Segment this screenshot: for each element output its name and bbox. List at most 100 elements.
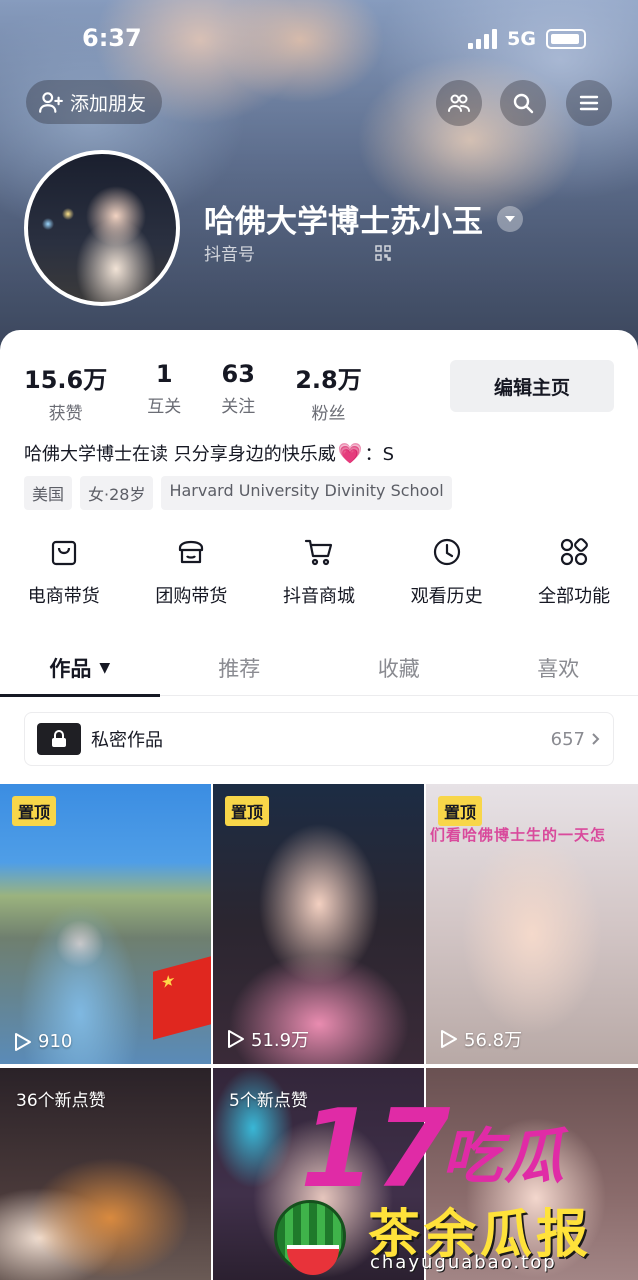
chevron-right-icon [592,733,600,745]
feature-label: 观看历史 [410,586,483,607]
tab-label: 作品 [49,656,92,681]
stat-label: 关注 [221,397,256,417]
network-type: 5G [507,28,536,50]
new-likes-label: 5个新点赞 [229,1091,308,1111]
view-count: 51.9万 [227,1026,309,1052]
douyin-id-label: 抖音号 [204,245,255,265]
status-bar: 6:37 5G [0,20,638,60]
battery-icon [546,29,586,49]
tag-location[interactable]: 美国 [24,476,73,510]
tab-label: 推荐 [218,656,261,681]
stat-value: 2.8万 [295,366,362,394]
feature-label: 抖音商城 [282,586,355,607]
douyin-id[interactable]: 抖音号 [204,240,391,265]
content-tabs: 作品 ▼ 推荐 收藏 喜欢 [0,640,638,697]
status-indicators: 5G [468,28,586,50]
play-icon [228,1030,244,1048]
feature-group-buy[interactable]: 团购带货 [128,536,256,608]
new-likes-label: 36个新点赞 [16,1091,106,1111]
add-friend-label: 添加朋友 [70,92,147,115]
tab-likes[interactable]: 喜欢 [479,640,638,695]
menu-icon [579,95,599,111]
stat-value: 1 [155,360,173,388]
stat-following[interactable]: 63 关注 [221,360,255,424]
status-time: 6:37 [82,24,142,52]
profile-nickname: 哈佛大学博士苏小玉 [204,196,523,241]
stat-value: 63 [221,360,255,388]
tab-favorites[interactable]: 收藏 [319,640,479,695]
stat-label: 互关 [147,397,182,417]
pinned-badge: 置顶 [225,796,270,826]
signal-icon [468,29,498,49]
bio[interactable]: 哈佛大学博士在读 只分享身边的快乐威 💗 ：S [24,440,394,466]
pinned-badge: 置顶 [12,796,57,826]
clock-icon [433,538,460,566]
feature-all[interactable]: 全部功能 [510,536,638,608]
play-icon [15,1032,31,1051]
bio-text: 哈佛大学博士在读 只分享身边的快乐威 [24,444,336,465]
shopping-bag-icon [51,540,76,566]
private-works-label: 私密作品 [91,730,163,751]
stat-likes[interactable]: 15.6万 获赞 [24,360,107,424]
cart-icon [304,539,333,566]
video-thumbnail[interactable]: 置顶 910 [0,784,211,1064]
pinned-badge: 置顶 [438,796,483,826]
private-count-value: 657 [550,728,585,750]
chevron-down-icon[interactable] [497,205,523,232]
lock-icon [37,723,81,755]
profile-tags: 美国 女·28岁 Harvard University Divinity Sch… [24,476,452,510]
feature-label: 团购带货 [155,586,228,607]
qr-code-icon[interactable] [375,244,391,261]
edit-profile-button[interactable]: 编辑主页 [450,360,614,412]
heart-icon: 💗 [337,441,363,465]
view-count-value: 51.9万 [251,1030,310,1051]
video-grid: 置顶 910 置顶 51.9万 置顶 们看哈佛博士生的一天怎 56.8万 36个… [0,784,638,1280]
view-count-value: 56.8万 [464,1030,523,1051]
stat-label: 粉丝 [311,404,346,424]
feature-ecommerce[interactable]: 电商带货 [0,536,128,608]
profile-stats: 15.6万 获赞 1 互关 63 关注 2.8万 粉丝 [24,360,402,424]
feature-label: 全部功能 [538,586,611,607]
tab-recommend[interactable]: 推荐 [160,640,320,695]
tag-gender-age: 女·28岁 [80,476,154,510]
feature-shortcuts: 电商带货 团购带货 抖音商城 观看历史 全部功能 [0,536,638,608]
video-thumbnail[interactable]: 36个新点赞 [0,1068,211,1280]
search-icon [513,93,534,114]
view-count: 910 [14,1031,72,1052]
video-thumbnail[interactable]: 5个新点赞 [213,1068,424,1280]
view-count-value: 910 [38,1031,73,1052]
stat-label: 获赞 [48,404,83,424]
feature-label: 电商带货 [27,586,100,607]
feature-mall[interactable]: 抖音商城 [255,536,383,608]
header-actions: 添加朋友 [0,80,638,126]
feature-history[interactable]: 观看历史 [383,536,511,608]
nickname-text: 哈佛大学博士苏小玉 [204,204,483,240]
private-works-count: 657 [551,729,601,750]
group-buy-icon [179,540,204,564]
tag-school[interactable]: Harvard University Divinity School [161,476,452,510]
stat-value: 15.6万 [24,366,108,394]
video-thumbnail[interactable]: 置顶 51.9万 [213,784,424,1064]
private-works-row[interactable]: 私密作品 657 [24,712,614,766]
tab-label: 收藏 [377,656,420,681]
menu-button[interactable] [566,80,612,126]
bio-suffix: ：S [364,444,395,465]
add-friend-button[interactable]: 添加朋友 [26,80,163,124]
search-button[interactable] [500,80,546,126]
avatar[interactable] [24,150,180,306]
stat-mutual[interactable]: 1 互关 [147,360,181,424]
video-thumbnail[interactable] [426,1068,638,1280]
video-caption-overlay: 们看哈佛博士生的一天怎 [430,826,607,844]
flag-decoration [153,956,211,1040]
grid-icon [561,538,589,566]
view-count: 56.8万 [440,1026,522,1052]
caret-down-icon: ▼ [99,659,111,676]
visitors-icon [448,94,470,112]
tab-label: 喜欢 [537,656,580,681]
stat-followers[interactable]: 2.8万 粉丝 [295,360,362,424]
visitors-button[interactable] [436,80,482,126]
play-icon [441,1030,457,1048]
video-thumbnail[interactable]: 置顶 们看哈佛博士生的一天怎 56.8万 [426,784,638,1064]
profile-card: 15.6万 获赞 1 互关 63 关注 2.8万 粉丝 编辑主页 哈佛大学博士在… [0,330,638,1280]
tab-works[interactable]: 作品 ▼ [0,640,160,697]
